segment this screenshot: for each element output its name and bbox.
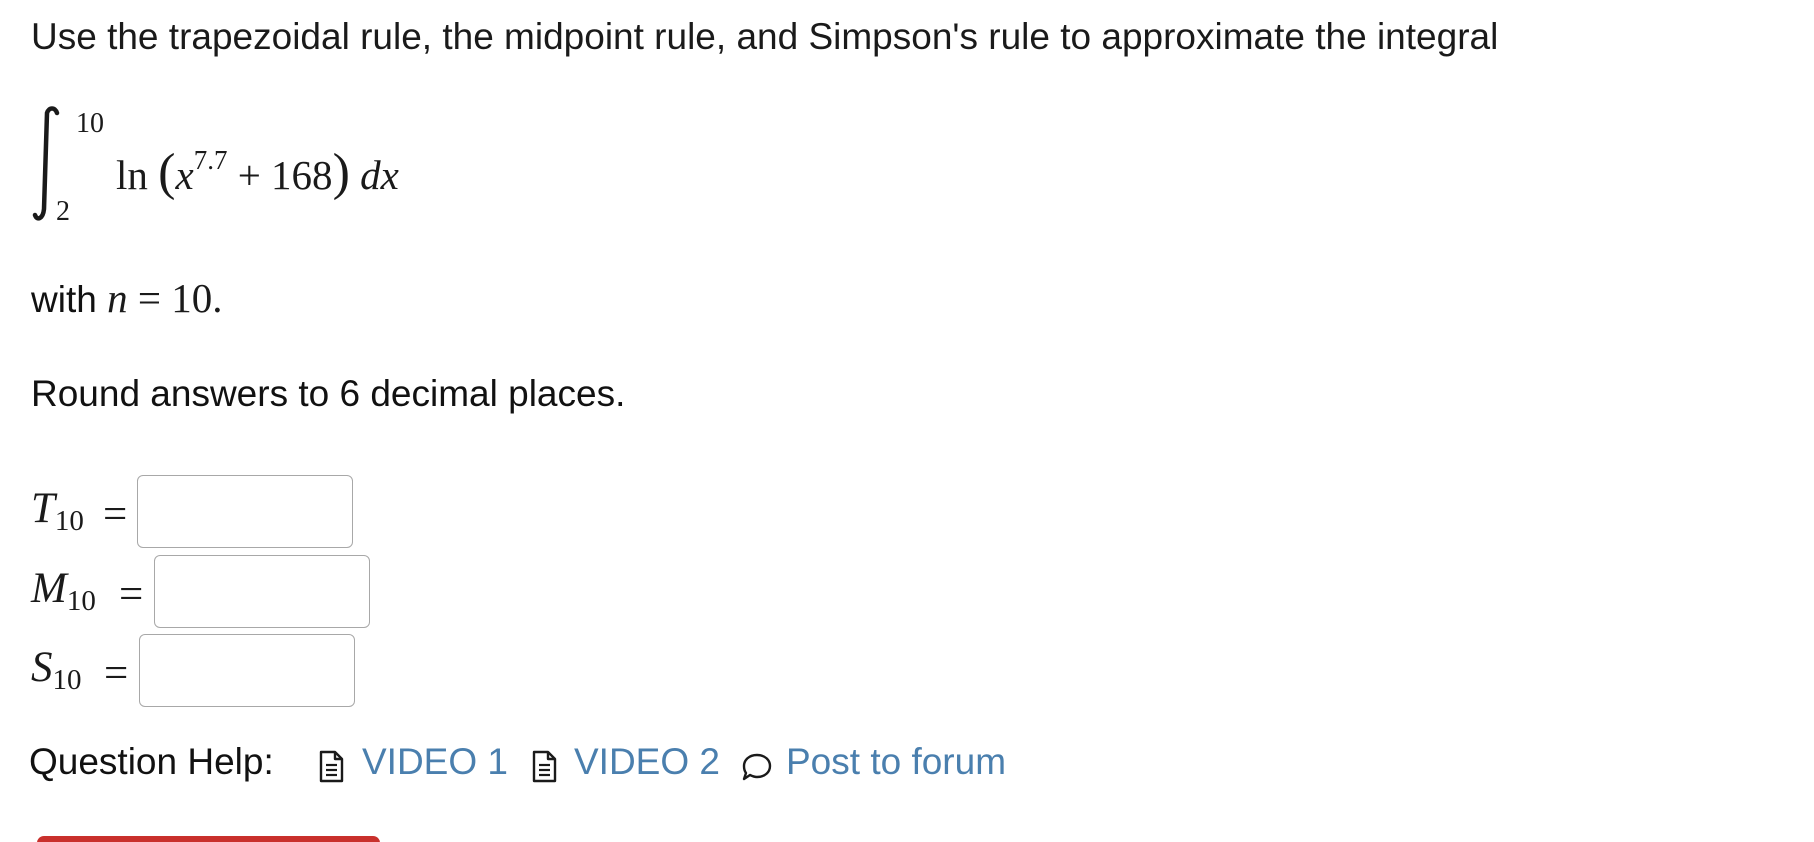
document-icon xyxy=(319,750,344,783)
n-variable: n xyxy=(107,275,128,321)
s10-equals: = xyxy=(104,650,129,697)
document-icon xyxy=(532,750,557,783)
video-2-link[interactable]: VIDEO 2 xyxy=(574,741,720,783)
integral-upper-limit: 10 xyxy=(76,108,104,139)
midpoint-answer-input[interactable] xyxy=(154,555,370,628)
m10-equals: = xyxy=(119,571,144,618)
question-help: Question Help: VIDEO 1 VIDEO 2 Post to f… xyxy=(29,741,1029,791)
base-variable: x xyxy=(175,152,194,198)
simpsons-answer-input[interactable] xyxy=(139,634,355,707)
open-paren: ( xyxy=(158,144,176,201)
question-help-label: Question Help: xyxy=(29,741,274,782)
m10-label: M10 xyxy=(31,565,96,617)
integrand: ln (x7.7 + 168) dx xyxy=(116,143,399,202)
differential: dx xyxy=(360,152,399,198)
speech-bubble-icon xyxy=(742,753,772,781)
question-prompt: Use the trapezoidal rule, the midpoint r… xyxy=(31,16,1499,57)
t10-equals: = xyxy=(103,491,128,538)
post-to-forum-link[interactable]: Post to forum xyxy=(786,741,1006,783)
exponent: 7.7 xyxy=(193,145,228,176)
n-prefix: with xyxy=(31,279,97,320)
submit-button[interactable] xyxy=(37,836,380,842)
n-value: 10. xyxy=(171,275,223,321)
instructions: Round answers to 6 decimal places. xyxy=(31,373,626,414)
n-equals: = xyxy=(137,275,161,321)
s10-label: S10 xyxy=(31,644,82,696)
n-statement: with n = 10. xyxy=(31,274,223,322)
t10-label: T10 xyxy=(31,485,84,537)
integrand-rest: + 168 xyxy=(237,152,333,198)
close-paren: ) xyxy=(332,144,350,201)
function-name: ln xyxy=(116,152,148,198)
trapezoidal-answer-input[interactable] xyxy=(137,475,353,548)
video-1-link[interactable]: VIDEO 1 xyxy=(362,741,508,783)
integral-lower-limit: 2 xyxy=(56,196,70,227)
